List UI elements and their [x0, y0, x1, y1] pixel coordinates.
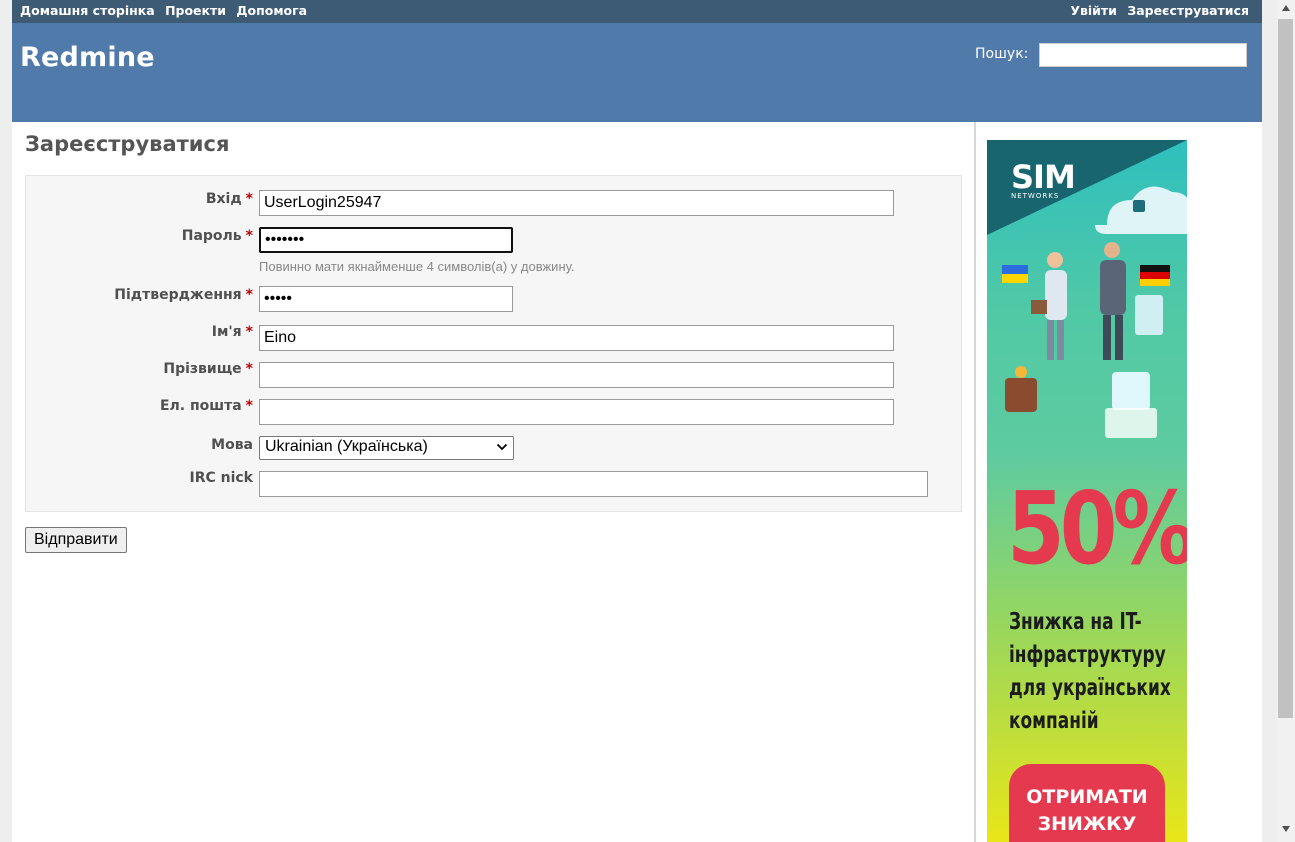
language-select-value: Ukrainian (Українська) — [265, 438, 428, 455]
lock-icon — [1133, 200, 1145, 212]
briefcase-icon — [1031, 300, 1047, 314]
login-field[interactable] — [259, 190, 894, 216]
irc-label: IRC nick — [189, 470, 253, 486]
required-mark: * — [245, 324, 253, 340]
irc-nick-field[interactable] — [259, 471, 928, 497]
registration-form-box: Вхід* Пароль* Повинно мати якнайменше 4 … — [25, 175, 962, 512]
password-field[interactable] — [259, 227, 513, 253]
page-edge — [1262, 0, 1277, 842]
ad-text-line: Знижка на IT- — [1009, 609, 1142, 635]
ad-illustration — [1002, 186, 1187, 438]
ad-discount: 50% — [1007, 470, 1187, 587]
help-link[interactable]: Допомога — [236, 3, 307, 18]
register-link[interactable]: Зареєструватися — [1127, 3, 1249, 18]
firstname-field[interactable] — [259, 325, 894, 351]
lastname-label: Прізвище * — [163, 361, 253, 377]
required-mark: * — [245, 287, 253, 303]
lastname-field[interactable] — [259, 362, 894, 388]
login-link[interactable]: Увійти — [1070, 3, 1117, 18]
page-title: Зареєструватися — [25, 132, 230, 156]
person-icon — [1047, 252, 1063, 268]
search-input[interactable] — [1039, 43, 1247, 67]
required-mark: * — [245, 398, 253, 414]
server-icon — [1135, 295, 1163, 335]
scrollbar-thumb[interactable] — [1278, 19, 1293, 718]
germany-flag-icon — [1140, 265, 1170, 272]
login-label: Вхід * — [205, 191, 253, 207]
required-mark: * — [245, 228, 253, 244]
top-menu: Домашня сторінка Проекти Допомога Увійти… — [12, 0, 1262, 23]
ad-banner[interactable]: SIM NETWORKS 50% Знижка на IT- інфрастру… — [987, 140, 1187, 842]
scroll-down-arrow-icon[interactable] — [1281, 825, 1291, 836]
chevron-down-icon — [496, 440, 508, 455]
scroll-up-arrow-icon[interactable] — [1281, 4, 1291, 15]
main-content: Зареєструватися Вхід* Пароль* Повинно ма… — [12, 122, 974, 842]
vertical-scrollbar[interactable] — [1277, 0, 1295, 842]
home-link[interactable]: Домашня сторінка — [20, 3, 155, 18]
ad-text-line: інфраструктуру — [1009, 642, 1166, 668]
ad-cta-button[interactable]: ОТРИМАТИ ЗНИЖКУ — [1009, 764, 1165, 842]
projects-link[interactable]: Проекти — [165, 3, 226, 18]
ad-text-line: компаній — [1009, 708, 1099, 734]
password-confirmation-field[interactable] — [259, 286, 513, 312]
email-label: Ел. пошта * — [159, 398, 253, 414]
password-hint: Повинно мати якнайменше 4 символів(а) у … — [259, 259, 575, 274]
page-wrapper: Домашня сторінка Проекти Допомога Увійти… — [12, 0, 1262, 842]
submit-button[interactable]: Відправити — [25, 527, 127, 553]
ad-cta-line: ЗНИЖКУ — [1037, 813, 1137, 835]
password-label: Пароль * — [181, 228, 253, 244]
confirmation-label: Підтвердження * — [114, 287, 253, 303]
ad-cta-line: ОТРИМАТИ — [1026, 786, 1148, 808]
sidebar: SIM NETWORKS 50% Знижка на IT- інфрастру… — [976, 122, 1262, 842]
wallet-icon — [1005, 378, 1037, 412]
ad-text: Знижка на IT- інфраструктуру для українс… — [1009, 606, 1171, 738]
header: Redmine Пошук: — [12, 23, 1262, 122]
search-label: Пошук: — [975, 46, 1029, 62]
site-title[interactable]: Redmine — [20, 42, 155, 73]
email-field[interactable] — [259, 399, 894, 425]
ukraine-flag-icon — [1002, 265, 1028, 274]
server-block-icon — [1112, 372, 1150, 410]
required-mark: * — [245, 191, 253, 207]
required-mark: * — [245, 361, 253, 377]
firstname-label: Ім'я * — [211, 324, 253, 340]
language-label: Мова — [211, 437, 253, 453]
person-icon — [1104, 242, 1120, 258]
ad-text-line: для українських — [1009, 675, 1171, 701]
language-select[interactable]: Ukrainian (Українська) — [259, 436, 514, 460]
